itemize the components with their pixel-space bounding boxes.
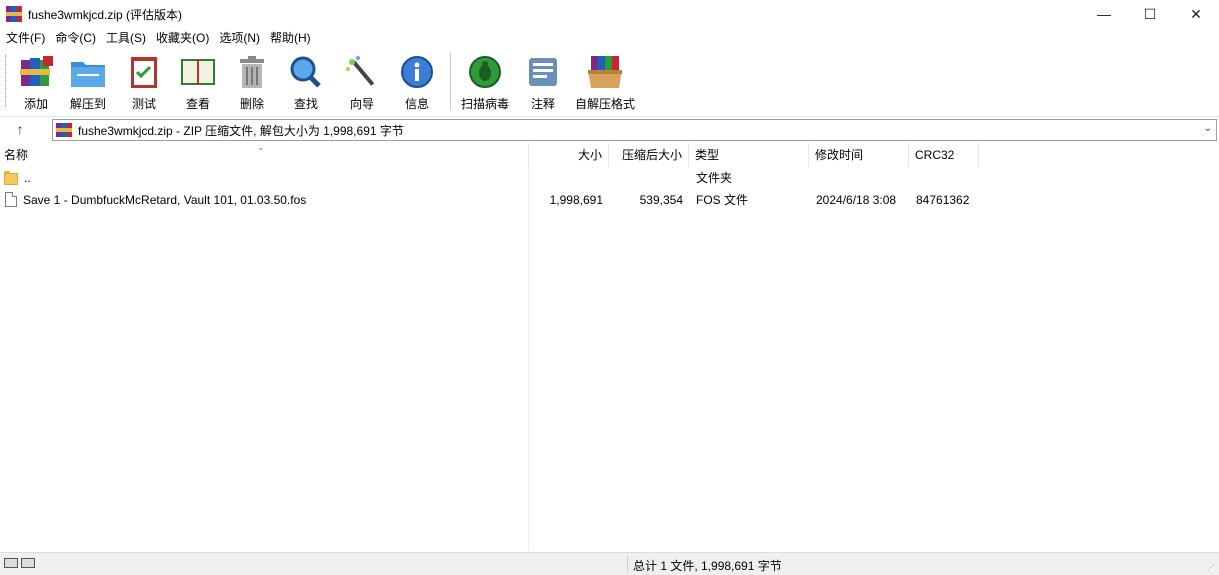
file-list: 名称 ⌄ 大小 压缩后大小 类型 修改时间 CRC32 .. 文件夹 Save … — [0, 142, 1219, 551]
menu-tools[interactable]: 工具(S) — [102, 28, 152, 49]
menu-favorites[interactable]: 收藏夹(O) — [152, 28, 215, 49]
book-view-icon — [179, 54, 217, 90]
column-header-packed[interactable]: 压缩后大小 — [609, 143, 689, 167]
info-icon — [398, 54, 436, 90]
find-button[interactable]: 查找 — [278, 49, 334, 111]
comment-icon — [524, 54, 562, 90]
menu-commands[interactable]: 命令(C) — [51, 28, 102, 49]
lock-icon[interactable] — [21, 558, 35, 568]
column-header-crc[interactable]: CRC32 — [909, 143, 979, 167]
winrar-app-icon — [6, 6, 22, 22]
wizard-button[interactable]: 向导 — [334, 49, 390, 111]
row-type: 文件夹 — [696, 171, 733, 185]
magnifier-icon — [287, 54, 325, 90]
table-row[interactable]: .. 文件夹 — [0, 167, 1219, 188]
trash-icon — [233, 54, 271, 90]
sfx-button[interactable]: 自解压格式 — [573, 49, 637, 111]
view-button[interactable]: 查看 — [170, 49, 226, 111]
row-name: Save 1 - DumbfuckMcRetard, Vault 101, 01… — [23, 192, 307, 207]
address-text: fushe3wmkjcd.zip - ZIP 压缩文件, 解包大小为 1,998… — [78, 123, 404, 138]
menu-help[interactable]: 帮助(H) — [266, 28, 317, 49]
toolbar-grip — [5, 55, 7, 107]
row-crc: 84761362 — [916, 192, 970, 207]
folder-extract-icon — [69, 54, 107, 90]
toolbar-separator — [450, 52, 451, 110]
row-size: 1,998,691 — [549, 192, 603, 207]
column-header-size[interactable]: 大小 — [529, 143, 609, 167]
menu-options[interactable]: 选项(N) — [215, 28, 266, 49]
row-type: FOS 文件 — [696, 193, 749, 207]
column-header-modified[interactable]: 修改时间 — [809, 143, 909, 167]
address-field[interactable]: fushe3wmkjcd.zip - ZIP 压缩文件, 解包大小为 1,998… — [52, 119, 1217, 141]
list-header: 名称 ⌄ 大小 压缩后大小 类型 修改时间 CRC32 — [0, 142, 1219, 167]
chevron-down-icon[interactable]: ⌄ — [1204, 123, 1212, 134]
sfx-box-icon — [586, 54, 624, 90]
row-packed: 539,354 — [639, 192, 683, 207]
status-bar: 总计 1 文件, 1,998,691 字节 ⋰ — [0, 552, 1219, 575]
add-archive-icon — [17, 54, 55, 90]
status-summary: 总计 1 文件, 1,998,691 字节 — [633, 559, 782, 573]
up-folder-button[interactable]: ↑ — [8, 119, 32, 139]
status-left-pane — [40, 555, 628, 573]
virus-scan-icon — [466, 54, 504, 90]
menu-file[interactable]: 文件(F) — [2, 28, 51, 49]
extract-to-button[interactable]: 解压到 — [58, 49, 118, 111]
row-modified: 2024/6/18 3:08 — [816, 192, 897, 207]
info-button[interactable]: 信息 — [390, 49, 444, 111]
file-icon — [5, 192, 17, 207]
column-header-name[interactable]: 名称 ⌄ — [0, 142, 529, 167]
window-title: fushe3wmkjcd.zip (评估版本) — [28, 7, 183, 22]
magic-wand-icon — [343, 54, 381, 90]
sort-chevron-icon: ⌄ — [257, 142, 265, 152]
close-button[interactable]: ✕ — [1173, 0, 1219, 28]
toolbar: 添加 解压到 测试 查看 删除 查找 向导 信息 扫描病毒 注释 自解压格式 — [0, 49, 1219, 115]
table-row[interactable]: Save 1 - DumbfuckMcRetard, Vault 101, 01… — [0, 189, 1219, 210]
title-bar: fushe3wmkjcd.zip (评估版本) — ☐ ✕ — [0, 0, 1219, 28]
test-clipboard-icon — [125, 54, 163, 90]
menu-bar: 文件(F) 命令(C) 工具(S) 收藏夹(O) 选项(N) 帮助(H) — [0, 28, 1219, 49]
resize-grip-icon[interactable]: ⋰ — [1207, 563, 1217, 573]
maximize-button[interactable]: ☐ — [1127, 0, 1173, 28]
column-header-type[interactable]: 类型 — [689, 143, 809, 167]
minimize-button[interactable]: — — [1081, 0, 1127, 28]
delete-button[interactable]: 删除 — [226, 49, 278, 111]
virus-scan-button[interactable]: 扫描病毒 — [457, 49, 513, 111]
archive-icon — [56, 123, 72, 137]
add-button[interactable]: 添加 — [14, 49, 58, 111]
test-button[interactable]: 测试 — [118, 49, 170, 111]
row-name: .. — [24, 170, 31, 185]
address-bar: ↑ fushe3wmkjcd.zip - ZIP 压缩文件, 解包大小为 1,9… — [0, 116, 1219, 142]
comment-button[interactable]: 注释 — [513, 49, 573, 111]
drive-icon[interactable] — [4, 558, 18, 568]
folder-icon — [4, 170, 18, 185]
